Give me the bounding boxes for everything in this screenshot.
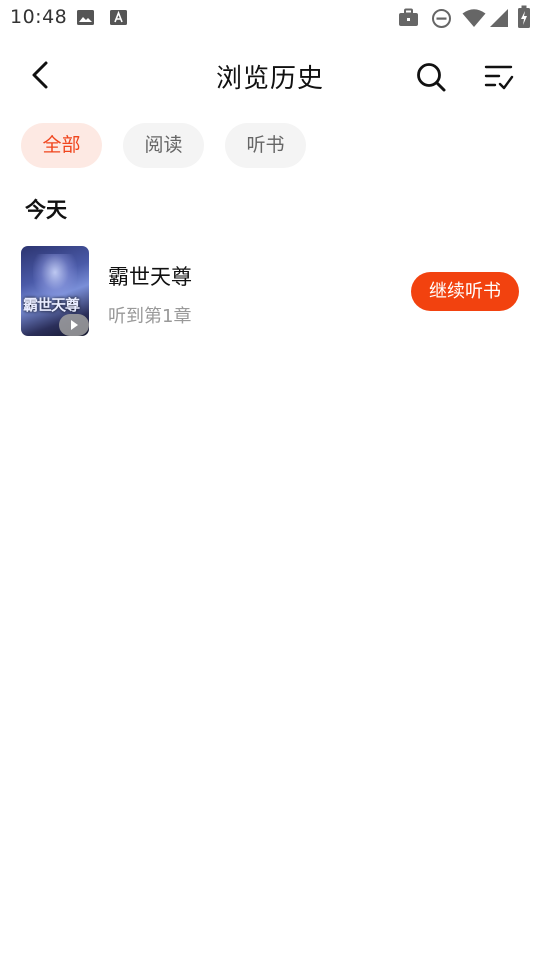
search-icon [417,63,446,92]
cover-play-badge [59,314,89,336]
cover-title-text: 霸世天尊 [23,296,80,314]
book-cover[interactable]: 霸世天尊 [21,246,89,336]
sort-check-icon [484,65,514,90]
section-title-today: 今天 [25,198,67,222]
briefcase-icon [399,8,418,26]
filter-tabs: 全部 阅读 听书 [21,123,306,168]
status-time: 10:48 [10,6,68,28]
signal-icon [490,9,508,27]
filter-all[interactable]: 全部 [21,123,102,168]
filter-reading[interactable]: 阅读 [123,123,204,168]
play-icon [71,320,78,330]
search-button[interactable] [414,60,448,94]
wifi-icon [462,9,486,27]
dnd-icon [432,9,451,28]
filter-audiobook[interactable]: 听书 [225,123,306,168]
battery-charging-icon [518,5,530,28]
header-bar: 浏览历史 [0,44,540,106]
sort-button[interactable] [482,60,516,94]
book-title: 霸世天尊 [108,265,192,289]
image-icon [77,10,94,25]
book-progress: 听到第1章 [108,306,192,327]
history-item[interactable]: 霸世天尊 霸世天尊 听到第1章 继续听书 [21,246,521,336]
status-bar: 10:48 [0,0,540,36]
continue-listening-button[interactable]: 继续听书 [411,272,519,311]
text-icon [110,10,127,25]
page-title: 浏览历史 [215,64,324,94]
